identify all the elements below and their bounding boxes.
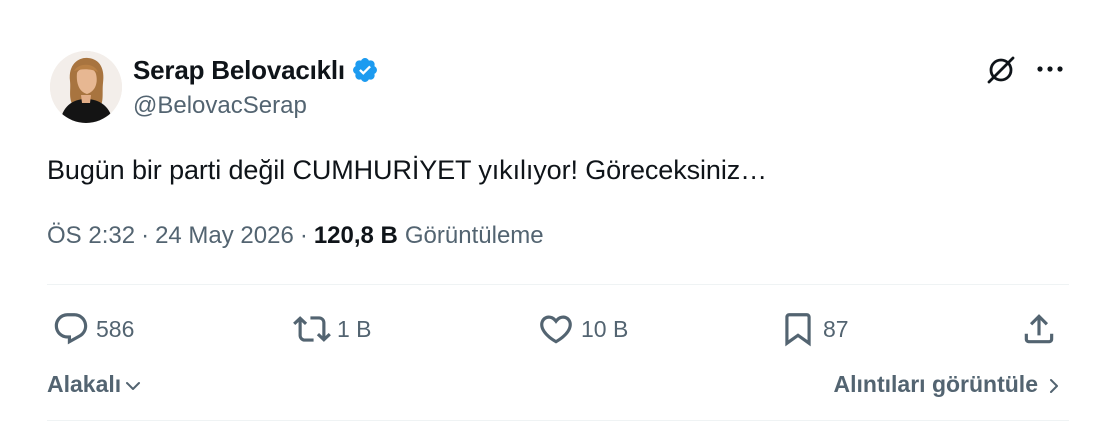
more-icon[interactable] xyxy=(1033,57,1067,81)
tweet-time[interactable]: ÖS 2:32 xyxy=(47,222,135,250)
retweet-button[interactable]: 1 B xyxy=(293,309,372,349)
tweet-card: Serap Belovacıklı @BelovacSerap Bugün bi… xyxy=(0,0,1106,442)
chevron-down-icon xyxy=(126,382,141,390)
view-quotes-link[interactable]: Alıntıları görüntüle xyxy=(834,371,1064,398)
bookmark-count: 87 xyxy=(823,315,849,342)
avatar[interactable] xyxy=(50,51,122,123)
views-count: 120,8 B xyxy=(313,222,398,249)
verified-badge-icon[interactable] xyxy=(351,56,379,84)
avatar-photo xyxy=(50,51,122,123)
retweet-icon xyxy=(293,316,331,342)
like-icon xyxy=(540,315,572,344)
bookmark-icon xyxy=(785,313,811,347)
reply-button[interactable]: 586 xyxy=(52,309,134,349)
like-count: 10 B xyxy=(581,315,629,342)
divider xyxy=(47,284,1069,285)
retweet-count: 1 B xyxy=(337,315,372,342)
author-handle[interactable]: @BelovacSerap xyxy=(133,92,307,120)
tweet-meta: ÖS 2:32 · 24 May 2026 · 120,8 B Görüntül… xyxy=(47,222,544,250)
grok-icon[interactable] xyxy=(984,52,1018,86)
tweet-date[interactable]: 24 May 2026 xyxy=(155,222,294,250)
author-name-row: Serap Belovacıklı xyxy=(133,52,379,88)
views-label: Görüntüleme xyxy=(404,222,544,249)
chevron-right-icon xyxy=(1050,378,1058,393)
share-button[interactable] xyxy=(1020,309,1058,349)
relevance-label: Alakalı xyxy=(47,371,122,397)
meta-separator: · xyxy=(141,222,150,249)
divider xyxy=(47,420,1069,421)
like-button[interactable]: 10 B xyxy=(537,309,628,349)
bookmark-button[interactable]: 87 xyxy=(779,309,849,349)
reply-count: 586 xyxy=(96,315,135,342)
author-display-name[interactable]: Serap Belovacıklı xyxy=(133,55,345,86)
view-quotes-label: Alıntıları görüntüle xyxy=(833,371,1038,397)
meta-separator: · xyxy=(299,222,308,249)
share-icon xyxy=(1024,314,1054,344)
relevance-sort-dropdown[interactable]: Alakalı xyxy=(47,371,143,398)
reply-icon xyxy=(54,313,88,345)
tweet-text: Bugün bir parti değil CUMHURİYET yıkılıy… xyxy=(47,155,768,185)
